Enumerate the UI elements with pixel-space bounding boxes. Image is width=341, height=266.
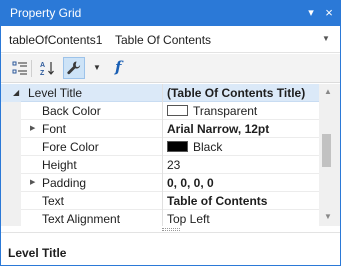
column-divider: [162, 174, 163, 192]
property-value-text: Black: [193, 140, 223, 154]
color-swatch: [167, 141, 188, 152]
toolbar: A Z ▼ f: [1, 54, 340, 83]
collapse-icon[interactable]: ◢: [13, 88, 19, 97]
row-gutter: [1, 138, 21, 156]
property-list: ◢ Level Title (Table Of Contents Title) …: [1, 84, 340, 226]
column-divider: [162, 102, 163, 120]
property-value[interactable]: 23: [167, 158, 180, 172]
category-label: Level Title: [28, 86, 83, 100]
row-gutter: [1, 192, 21, 210]
close-icon[interactable]: ×: [321, 4, 337, 22]
property-value[interactable]: 0, 0, 0, 0: [167, 176, 214, 190]
window-title: Property Grid: [10, 6, 82, 20]
column-divider: [162, 138, 163, 156]
svg-text:A: A: [40, 62, 45, 69]
object-name: tableOfContents1: [9, 33, 103, 47]
category-value: (Table Of Contents Title): [167, 86, 306, 100]
property-value[interactable]: Black: [167, 140, 222, 154]
alphabetical-button[interactable]: A Z: [36, 57, 58, 79]
alphabetical-icon: A Z: [40, 62, 54, 76]
svg-text:Z: Z: [40, 70, 45, 76]
object-selector[interactable]: tableOfContents1 Table Of Contents ▼: [1, 27, 340, 53]
function-button[interactable]: f: [109, 57, 131, 79]
property-value[interactable]: Table of Contents: [167, 194, 267, 208]
expand-icon[interactable]: ▶: [30, 124, 35, 132]
property-value[interactable]: Top Left: [167, 212, 210, 226]
function-icon: f: [115, 58, 122, 76]
row-gutter: [1, 102, 21, 120]
property-label: Back Color: [42, 104, 101, 118]
description-panel: Level Title: [1, 232, 340, 265]
property-label: Padding: [42, 176, 87, 190]
property-label: Font: [42, 122, 67, 136]
column-divider: [162, 120, 163, 138]
property-label: Text: [42, 194, 65, 208]
property-value[interactable]: Arial Narrow, 12pt: [167, 122, 269, 136]
property-label: Text Alignment: [42, 212, 121, 226]
vertical-scrollbar[interactable]: ▲ ▼: [319, 84, 340, 226]
property-row-height[interactable]: Height 23: [1, 156, 319, 174]
wrench-icon: [67, 61, 81, 75]
properties-button[interactable]: [63, 57, 85, 79]
row-gutter: [1, 156, 21, 174]
description-title: Level Title: [8, 246, 67, 260]
column-divider: [162, 84, 163, 102]
color-swatch: [167, 105, 188, 116]
property-label: Height: [42, 158, 77, 172]
property-row-text-alignment[interactable]: Text Alignment Top Left: [1, 210, 319, 226]
expand-icon[interactable]: ▶: [30, 178, 35, 186]
window-menu-icon[interactable]: ▾: [303, 4, 319, 22]
property-row-back-color[interactable]: Back Color Transparent: [1, 102, 319, 120]
chevron-down-icon[interactable]: ▼: [322, 34, 330, 43]
dropdown-arrow-icon: ▼: [93, 63, 101, 72]
property-row-font[interactable]: ▶ Font Arial Narrow, 12pt: [1, 120, 319, 138]
row-gutter: [1, 174, 21, 192]
categorized-button[interactable]: [9, 57, 31, 79]
scroll-down-icon[interactable]: ▼: [324, 212, 332, 221]
categorized-icon: [12, 61, 27, 75]
column-divider: [162, 192, 163, 210]
properties-dropdown-button[interactable]: ▼: [89, 57, 103, 79]
property-label: Fore Color: [42, 140, 99, 154]
title-bar: Property Grid ▾ ×: [1, 1, 340, 26]
row-gutter: [1, 210, 21, 226]
scroll-up-icon[interactable]: ▲: [324, 87, 332, 96]
category-row[interactable]: ◢ Level Title (Table Of Contents Title): [1, 84, 319, 102]
property-row-padding[interactable]: ▶ Padding 0, 0, 0, 0: [1, 174, 319, 192]
property-row-text[interactable]: Text Table of Contents: [1, 192, 319, 210]
property-value[interactable]: Transparent: [167, 104, 257, 118]
column-divider: [162, 210, 163, 226]
toolbar-separator: [31, 60, 32, 77]
column-divider: [162, 156, 163, 174]
object-type: Table Of Contents: [115, 33, 212, 47]
row-gutter: [1, 120, 21, 138]
property-row-fore-color[interactable]: Fore Color Black: [1, 138, 319, 156]
scroll-thumb[interactable]: [322, 134, 331, 167]
property-value-text: Transparent: [193, 104, 258, 118]
property-grid-window: Property Grid ▾ × tableOfContents1 Table…: [0, 0, 341, 266]
splitter-grip-icon[interactable]: [162, 228, 180, 231]
